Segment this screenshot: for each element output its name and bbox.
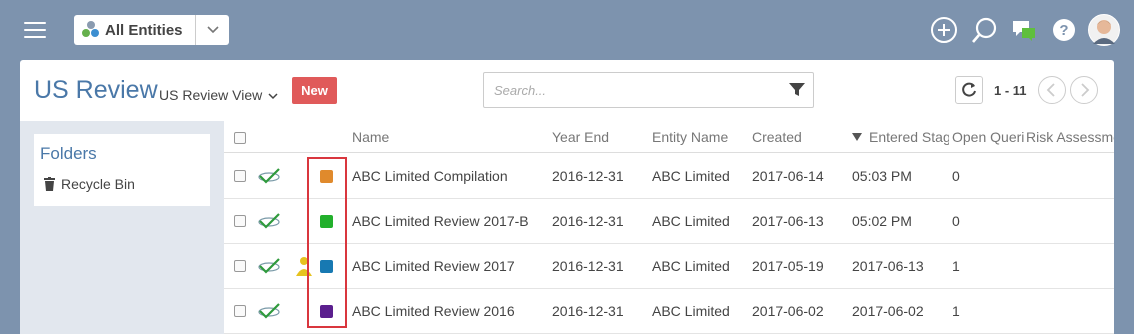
- top-bar: All Entities ?: [0, 0, 1134, 60]
- row-name[interactable]: ABC Limited Review 2017-B: [352, 213, 529, 229]
- status-color-swatch: [320, 305, 333, 318]
- row-created: 2017-06-02: [752, 303, 824, 319]
- chat-icon[interactable]: [1010, 16, 1038, 44]
- avatar[interactable]: [1088, 14, 1120, 46]
- recycle-bin-item[interactable]: Recycle Bin: [44, 176, 135, 192]
- sort-desc-icon: [852, 133, 862, 141]
- row-created: 2017-05-19: [752, 258, 824, 274]
- view-selector-label: US Review View: [159, 87, 263, 103]
- pager-label: 1 - 11: [994, 83, 1027, 98]
- checkmark-logo-icon: [258, 303, 280, 319]
- row-entered-stage: 05:03 PM: [852, 168, 912, 184]
- search-box: [483, 72, 814, 108]
- row-name[interactable]: ABC Limited Review 2016: [352, 303, 515, 319]
- trash-icon: [44, 177, 55, 191]
- row-open-queries: 1: [952, 303, 960, 319]
- row-checkbox[interactable]: [234, 215, 246, 227]
- row-open-queries: 0: [952, 168, 960, 184]
- row-created: 2017-06-13: [752, 213, 824, 229]
- row-entered-stage: 2017-06-13: [852, 258, 924, 274]
- engagements-table: Name Year End Entity Name Created Entere…: [224, 121, 1114, 334]
- row-open-queries: 1: [952, 258, 960, 274]
- row-entity-name: ABC Limited: [652, 303, 730, 319]
- row-open-queries: 0: [952, 213, 960, 229]
- next-page-button[interactable]: [1070, 76, 1098, 104]
- row-year-end: 2016-12-31: [552, 258, 624, 274]
- column-header-risk-assessment[interactable]: Risk Assessment: [1026, 129, 1114, 145]
- table-row[interactable]: ABC Limited Review 2017-B 2016-12-31 ABC…: [224, 199, 1114, 244]
- table-row[interactable]: ABC Limited Compilation 2016-12-31 ABC L…: [224, 154, 1114, 199]
- chevron-down-icon: [268, 93, 278, 100]
- checkmark-logo-icon: [258, 213, 280, 229]
- row-checkbox[interactable]: [234, 170, 246, 182]
- search-icon[interactable]: [970, 16, 998, 44]
- menu-icon[interactable]: [24, 22, 46, 38]
- column-header-name[interactable]: Name: [352, 129, 389, 145]
- row-year-end: 2016-12-31: [552, 168, 624, 184]
- new-button[interactable]: New: [292, 77, 337, 104]
- previous-page-button[interactable]: [1038, 76, 1066, 104]
- row-entity-name: ABC Limited: [652, 258, 730, 274]
- entity-selector-label: All Entities: [105, 21, 183, 39]
- row-entered-stage: 05:02 PM: [852, 213, 912, 229]
- checkmark-logo-icon: [258, 258, 280, 274]
- refresh-icon: [962, 82, 976, 97]
- row-year-end: 2016-12-31: [552, 213, 624, 229]
- column-header-year-end[interactable]: Year End: [552, 129, 609, 145]
- svg-text:?: ?: [1059, 22, 1068, 39]
- row-name[interactable]: ABC Limited Compilation: [352, 168, 508, 184]
- entity-selector[interactable]: All Entities: [74, 15, 229, 45]
- row-checkbox[interactable]: [234, 305, 246, 317]
- status-color-swatch: [320, 260, 333, 273]
- row-entity-name: ABC Limited: [652, 168, 730, 184]
- chevron-right-icon: [1081, 83, 1090, 97]
- sidebar: Folders Recycle Bin: [20, 121, 224, 334]
- search-input[interactable]: [484, 73, 774, 107]
- checkmark-logo-icon: [258, 168, 280, 184]
- view-selector[interactable]: US Review View: [159, 87, 278, 103]
- row-entered-stage: 2017-06-02: [852, 303, 924, 319]
- row-created: 2017-06-14: [752, 168, 824, 184]
- select-all-checkbox[interactable]: [234, 132, 246, 144]
- chevron-down-icon[interactable]: [195, 15, 229, 45]
- entities-logo-icon: [82, 21, 100, 39]
- status-color-swatch: [320, 215, 333, 228]
- recycle-bin-label: Recycle Bin: [61, 176, 135, 192]
- row-checkbox[interactable]: [234, 260, 246, 272]
- person-icon: [296, 257, 312, 276]
- table-row[interactable]: ABC Limited Review 2017 2016-12-31 ABC L…: [224, 244, 1114, 289]
- filter-icon[interactable]: [789, 83, 805, 97]
- row-entity-name: ABC Limited: [652, 213, 730, 229]
- page-title: US Review: [34, 76, 158, 104]
- refresh-button[interactable]: [955, 76, 983, 104]
- column-header-created[interactable]: Created: [752, 129, 802, 145]
- folders-title: Folders: [40, 144, 97, 163]
- folders-panel: Folders Recycle Bin: [34, 134, 210, 206]
- column-header-entered-stage[interactable]: Entered Stage: [869, 129, 949, 145]
- status-color-swatch: [320, 170, 333, 183]
- column-header-open-queries[interactable]: Open Queries: [952, 129, 1024, 145]
- plus-circle-icon[interactable]: [930, 16, 958, 44]
- column-header-entity-name[interactable]: Entity Name: [652, 129, 728, 145]
- row-year-end: 2016-12-31: [552, 303, 624, 319]
- table-header: Name Year End Entity Name Created Entere…: [224, 121, 1114, 153]
- chevron-left-icon: [1046, 83, 1055, 97]
- row-name[interactable]: ABC Limited Review 2017: [352, 258, 515, 274]
- table-row[interactable]: ABC Limited Review 2016 2016-12-31 ABC L…: [224, 289, 1114, 334]
- main-panel: US Review US Review View New 1 - 11 Fold…: [20, 60, 1114, 334]
- help-icon[interactable]: ?: [1050, 16, 1078, 44]
